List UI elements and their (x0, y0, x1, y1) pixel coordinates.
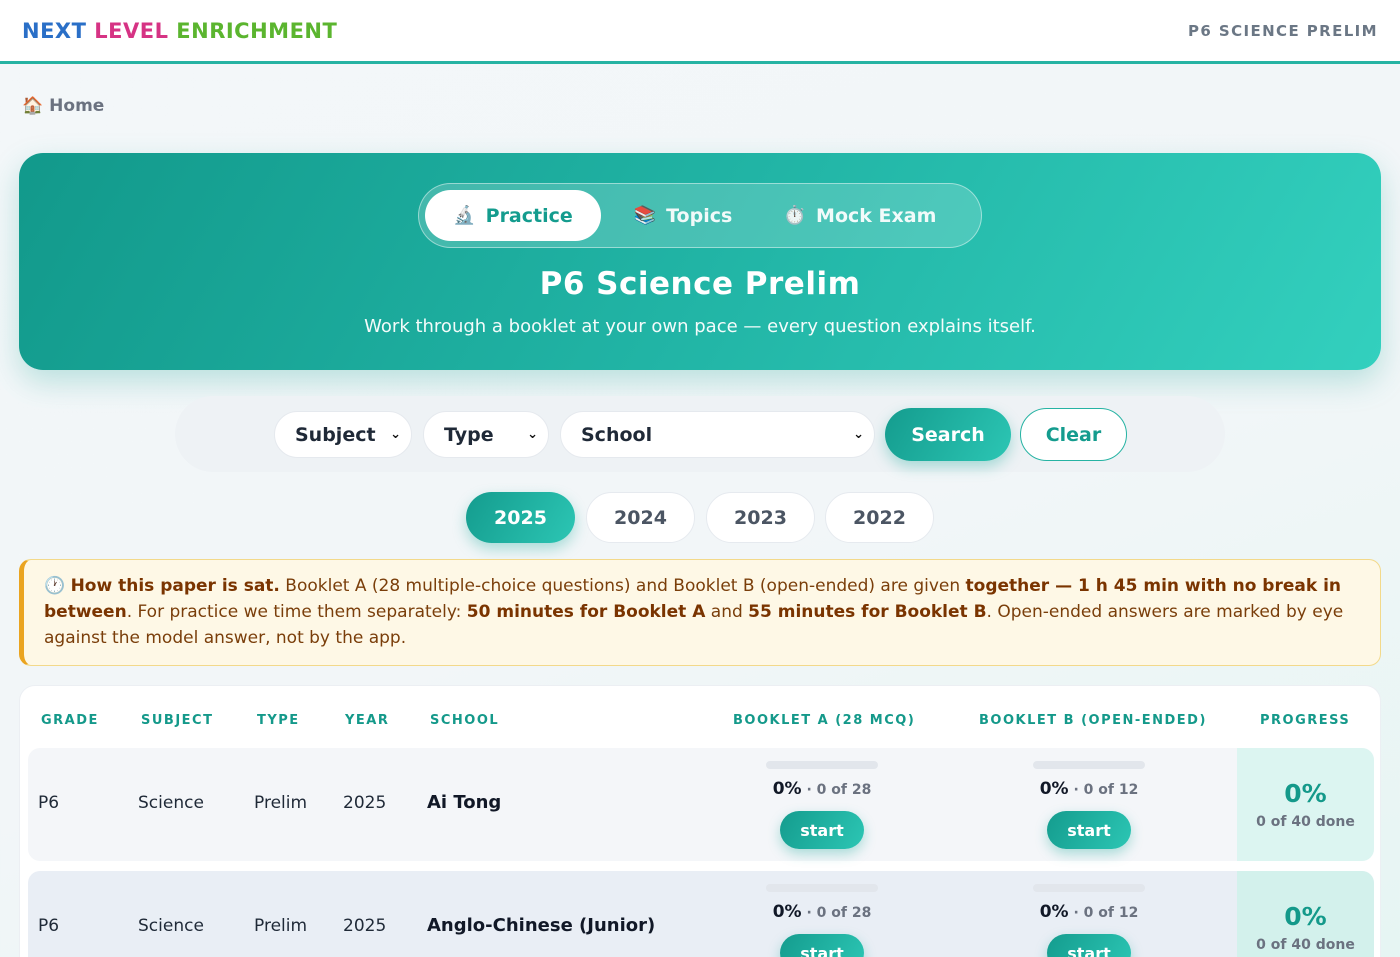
year-pill-2022[interactable]: 2022 (825, 492, 934, 543)
column-header-year: YEAR (345, 713, 390, 728)
exam-info-notice: 🕐 How this paper is sat. Booklet A (28 m… (19, 559, 1381, 666)
tab-topics[interactable]: 📚 Topics (601, 190, 765, 241)
column-header-school: SCHOOL (430, 713, 500, 728)
booklet-a-progress-track (766, 884, 878, 892)
booklet-a-count: · 0 of 28 (806, 905, 872, 921)
home-icon: 🏠 (22, 96, 44, 116)
booklet-a-count: · 0 of 28 (806, 782, 872, 798)
column-header-subject: SUBJECT (141, 713, 214, 728)
column-header-type: TYPE (257, 713, 300, 728)
booklet-b-cell: 0% · 0 of 12 start (1009, 884, 1169, 957)
booklet-b-progress-track (1033, 884, 1145, 892)
overall-progress-count: 0 of 40 done (1256, 937, 1355, 953)
booklet-b-count: · 0 of 12 (1073, 782, 1139, 798)
subject-select[interactable]: Subject ⌄ (274, 411, 412, 458)
notice-lead: How this paper is sat. (70, 576, 280, 596)
table-row[interactable]: P6 Science Prelim 2025 Anglo-Chinese (Ju… (28, 871, 1374, 957)
booklet-b-count: · 0 of 12 (1073, 905, 1139, 921)
booklet-b-start-button[interactable]: start (1047, 934, 1131, 957)
booklet-a-start-button[interactable]: start (780, 811, 864, 849)
booklet-a-percent: 0% (772, 902, 802, 922)
type-select[interactable]: Type ⌄ (423, 411, 549, 458)
year-pill-2025[interactable]: 2025 (466, 492, 575, 543)
notice-text: Booklet A (28 multiple-choice questions)… (279, 576, 966, 596)
booklet-b-percent: 0% (1039, 779, 1069, 799)
chevron-down-icon: ⌄ (527, 427, 538, 442)
breadcrumb-home-link[interactable]: Home (49, 96, 104, 116)
notice-bold: 55 minutes for Booklet B (748, 602, 987, 622)
tab-practice[interactable]: 🔬 Practice (425, 190, 601, 241)
column-header-booklet-b: BOOKLET B (OPEN-ENDED) (979, 713, 1207, 728)
brand-word-level: LEVEL (94, 18, 169, 43)
year-pill-2023[interactable]: 2023 (706, 492, 815, 543)
books-icon: 📚 (633, 205, 657, 226)
notice-text: . For practice we time them separately: (126, 602, 467, 622)
brand-logo[interactable]: NEXT LEVEL ENRICHMENT (22, 19, 337, 43)
booklet-a-start-button[interactable]: start (780, 934, 864, 957)
notice-text: and (705, 602, 749, 622)
breadcrumb[interactable]: 🏠 Home (22, 96, 104, 116)
booklet-b-progress-track (1033, 761, 1145, 769)
page-context-title: P6 SCIENCE PRELIM (1188, 21, 1378, 40)
mode-tabs: 🔬 Practice 📚 Topics ⏱️ Mock Exam (418, 183, 982, 248)
cell-type: Prelim (254, 793, 308, 813)
table-row[interactable]: P6 Science Prelim 2025 Ai Tong 0% · 0 of… (28, 748, 1374, 861)
booklet-a-progress-text: 0% · 0 of 28 (742, 779, 902, 799)
overall-progress-cell: 0% 0 of 40 done (1237, 871, 1374, 957)
cell-year: 2025 (343, 793, 387, 813)
cell-subject: Science (138, 916, 204, 936)
brand-word-enrichment: ENRICHMENT (176, 18, 338, 43)
top-bar: NEXT LEVEL ENRICHMENT P6 SCIENCE PRELIM (0, 0, 1400, 64)
tab-mock-exam[interactable]: ⏱️ Mock Exam (765, 190, 955, 241)
booklet-a-percent: 0% (772, 779, 802, 799)
search-button[interactable]: Search (885, 408, 1011, 461)
booklet-a-progress-text: 0% · 0 of 28 (742, 902, 902, 922)
clock-icon: 🕐 (44, 576, 66, 596)
tab-practice-label: Practice (485, 204, 573, 227)
subject-select-value: Subject (295, 423, 376, 446)
tab-mock-exam-label: Mock Exam (816, 204, 937, 227)
chevron-down-icon: ⌄ (853, 427, 864, 442)
booklet-b-progress-text: 0% · 0 of 12 (1009, 779, 1169, 799)
overall-progress-percent: 0% (1284, 902, 1327, 931)
cell-grade: P6 (38, 916, 60, 936)
chevron-down-icon: ⌄ (390, 427, 401, 442)
filter-bar: Subject ⌄ Type ⌄ School ⌄ Search Clear (175, 396, 1225, 472)
year-pill-2024[interactable]: 2024 (586, 492, 695, 543)
stopwatch-icon: ⏱️ (783, 205, 807, 226)
booklet-a-cell: 0% · 0 of 28 start (742, 761, 902, 849)
cell-year: 2025 (343, 916, 387, 936)
tab-topics-label: Topics (666, 204, 733, 227)
papers-table: GRADE SUBJECT TYPE YEAR SCHOOL BOOKLET A… (19, 685, 1381, 957)
cell-grade: P6 (38, 793, 60, 813)
column-header-grade: GRADE (41, 713, 99, 728)
page-subtitle: Work through a booklet at your own pace … (364, 316, 1036, 337)
booklet-b-start-button[interactable]: start (1047, 811, 1131, 849)
overall-progress-cell: 0% 0 of 40 done (1237, 748, 1374, 861)
overall-progress-count: 0 of 40 done (1256, 814, 1355, 830)
microscope-icon: 🔬 (453, 205, 476, 226)
cell-type: Prelim (254, 916, 308, 936)
booklet-a-progress-track (766, 761, 878, 769)
booklet-b-cell: 0% · 0 of 12 start (1009, 761, 1169, 849)
clear-button[interactable]: Clear (1020, 408, 1127, 461)
column-header-progress: PROGRESS (1260, 713, 1351, 728)
overall-progress-percent: 0% (1284, 779, 1327, 808)
school-select[interactable]: School ⌄ (560, 411, 875, 458)
type-select-value: Type (444, 423, 494, 446)
booklet-b-percent: 0% (1039, 902, 1069, 922)
cell-subject: Science (138, 793, 204, 813)
school-select-value: School (581, 423, 653, 446)
column-header-booklet-a: BOOKLET A (28 MCQ) (733, 713, 916, 728)
cell-school: Ai Tong (427, 792, 502, 813)
notice-bold: 50 minutes for Booklet A (466, 602, 706, 622)
hero-banner: 🔬 Practice 📚 Topics ⏱️ Mock Exam P6 Scie… (19, 153, 1381, 370)
brand-word-next: NEXT (22, 18, 87, 43)
cell-school: Anglo-Chinese (Junior) (427, 915, 656, 936)
page-title: P6 Science Prelim (539, 266, 861, 302)
booklet-b-progress-text: 0% · 0 of 12 (1009, 902, 1169, 922)
booklet-a-cell: 0% · 0 of 28 start (742, 884, 902, 957)
